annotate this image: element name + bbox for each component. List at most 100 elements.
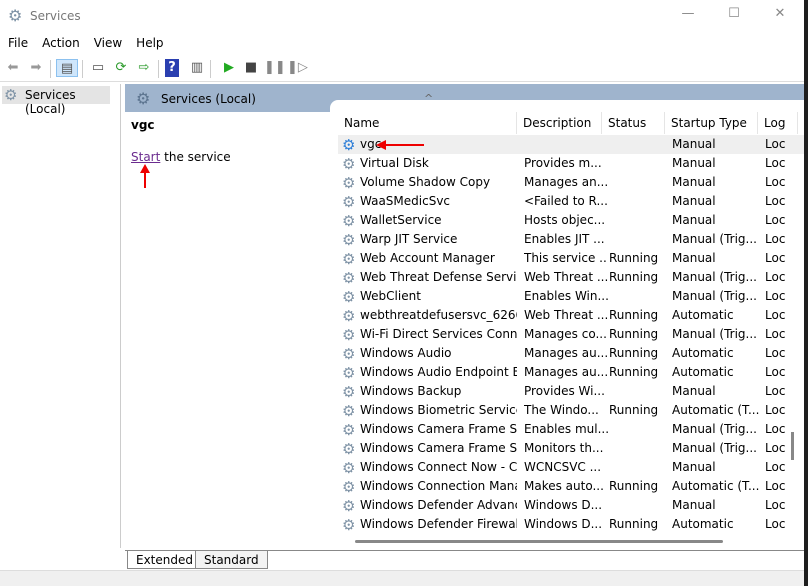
service-startup-type: Manual xyxy=(672,194,716,208)
start-service-link[interactable]: Start xyxy=(131,150,160,164)
column-header-startup-type[interactable]: Startup Type xyxy=(665,112,758,134)
service-gear-icon: ⚙ xyxy=(342,498,356,514)
service-name: Windows Defender Firewall xyxy=(360,517,517,531)
service-row[interactable]: ⚙ Windows Audio Manages au... Running Au… xyxy=(338,344,804,363)
vertical-scrollbar-thumb[interactable] xyxy=(791,432,794,460)
service-name: webthreatdefusersvc_62666 xyxy=(360,308,517,322)
service-row[interactable]: ⚙ Windows Defender Firewall Windows D...… xyxy=(338,515,804,534)
service-gear-icon: ⚙ xyxy=(342,517,356,533)
service-row[interactable]: ⚙ Windows Connect Now - C... WCNCSVC ...… xyxy=(338,458,804,477)
service-row[interactable]: ⚙ webthreatdefusersvc_62666 Web Threat .… xyxy=(338,306,804,325)
service-row[interactable]: ⚙ Windows Defender Advanc... Windows D..… xyxy=(338,496,804,515)
column-header-name[interactable]: Name xyxy=(338,112,517,134)
sort-ascending-icon: ^ xyxy=(424,92,434,105)
service-startup-type: Automatic (T... xyxy=(672,479,760,493)
export-list-icon[interactable]: ⇨ xyxy=(134,59,154,77)
service-log-on-as: Loc xyxy=(765,498,786,512)
menu-bar: File Action View Help xyxy=(0,32,804,54)
menu-help[interactable]: Help xyxy=(128,32,169,50)
service-row[interactable]: ⚙ Windows Camera Frame Se... Enables mul… xyxy=(338,420,804,439)
service-log-on-as: Loc xyxy=(765,479,786,493)
services-gear-icon: ⚙ xyxy=(8,6,23,25)
service-gear-icon: ⚙ xyxy=(342,403,356,419)
service-log-on-as: Loc xyxy=(765,232,786,246)
service-row[interactable]: ⚙ Windows Backup Provides Wi... Manual L… xyxy=(338,382,804,401)
service-log-on-as: Loc xyxy=(765,194,786,208)
service-startup-type: Automatic xyxy=(672,517,734,531)
service-row[interactable]: ⚙ Windows Connection Mana... Makes auto.… xyxy=(338,477,804,496)
menu-view[interactable]: View xyxy=(86,32,128,50)
service-status: Running xyxy=(609,403,659,417)
help-icon[interactable]: ? xyxy=(165,59,179,77)
service-name: Windows Audio xyxy=(360,346,452,360)
forward-icon[interactable]: ➡ xyxy=(26,59,46,77)
service-row[interactable]: ⚙ Web Account Manager This service ... R… xyxy=(338,249,804,268)
service-gear-icon: ⚙ xyxy=(342,137,356,153)
properties-icon[interactable]: ▭ xyxy=(88,59,108,77)
service-log-on-as: Loc xyxy=(765,384,786,398)
tab-standard[interactable]: Standard xyxy=(195,551,268,569)
menu-file[interactable]: File xyxy=(0,32,34,50)
service-startup-type: Automatic xyxy=(672,365,734,379)
tree-item-services-local[interactable]: ⚙ Services (Local) xyxy=(2,86,110,116)
service-log-on-as: Loc xyxy=(765,346,786,360)
annotation-arrowhead xyxy=(140,164,150,173)
service-row[interactable]: ⚙ Virtual Disk Provides m... Manual Loc xyxy=(338,154,804,173)
service-status: Running xyxy=(609,251,659,265)
close-button[interactable]: ✕ xyxy=(770,6,790,26)
menu-action[interactable]: Action xyxy=(34,32,86,50)
pause-service-icon[interactable]: ❚❚ xyxy=(264,59,286,77)
desktop-edge xyxy=(804,0,808,586)
service-gear-icon: ⚙ xyxy=(342,213,356,229)
service-startup-type: Manual xyxy=(672,175,716,189)
window-title: Services xyxy=(30,9,81,23)
back-icon[interactable]: ⬅ xyxy=(3,59,23,77)
stop-service-icon[interactable]: ■ xyxy=(241,59,261,77)
maximize-button[interactable]: ☐ xyxy=(724,6,744,26)
service-startup-type: Manual (Trig... xyxy=(672,270,757,284)
service-row[interactable]: ⚙ Windows Audio Endpoint B... Manages au… xyxy=(338,363,804,382)
service-row[interactable]: ⚙ Warp JIT Service Enables JIT ... Manua… xyxy=(338,230,804,249)
service-startup-type: Manual xyxy=(672,251,716,265)
service-row[interactable]: ⚙ Windows Biometric Service The Windo...… xyxy=(338,401,804,420)
resume-service-icon[interactable]: ❚▷ xyxy=(287,59,308,77)
service-status: Running xyxy=(609,270,659,284)
service-status: Running xyxy=(609,308,659,322)
service-startup-type: Manual (Trig... xyxy=(672,422,757,436)
service-row[interactable]: ⚙ WaaSMedicSvc <Failed to R... Manual Lo… xyxy=(338,192,804,211)
service-row[interactable]: ⚙ Web Threat Defense Service Web Threat … xyxy=(338,268,804,287)
service-log-on-as: Loc xyxy=(765,460,786,474)
start-service-icon[interactable]: ▶ xyxy=(219,59,239,77)
service-row[interactable]: ⚙ WalletService Hosts objec... Manual Lo… xyxy=(338,211,804,230)
tab-extended[interactable]: Extended xyxy=(127,551,202,569)
service-log-on-as: Loc xyxy=(765,156,786,170)
service-name: Windows Backup xyxy=(360,384,462,398)
annotation-arrow-left xyxy=(384,144,424,146)
service-row[interactable]: ⚙ Volume Shadow Copy Manages an... Manua… xyxy=(338,173,804,192)
service-log-on-as: Loc xyxy=(765,213,786,227)
service-row[interactable]: ⚙ Windows Camera Frame Se... Monitors th… xyxy=(338,439,804,458)
service-startup-type: Manual (Trig... xyxy=(672,441,757,455)
service-status: Running xyxy=(609,517,659,531)
service-name: Virtual Disk xyxy=(360,156,429,170)
service-gear-icon: ⚙ xyxy=(342,251,356,267)
service-startup-type: Manual (Trig... xyxy=(672,232,757,246)
refresh-icon[interactable]: ⟳ xyxy=(111,59,131,77)
service-row[interactable]: ⚙ Wi-Fi Direct Services Conne... Manages… xyxy=(338,325,804,344)
minimize-button[interactable]: — xyxy=(678,6,698,26)
show-action-pane-icon[interactable]: ▥ xyxy=(187,59,207,77)
tree-item-label: Services (Local) xyxy=(25,88,76,116)
service-description: Enables Win... xyxy=(524,289,608,303)
service-name: WaaSMedicSvc xyxy=(360,194,451,208)
column-header-status[interactable]: Status xyxy=(602,112,665,134)
column-header-description[interactable]: Description xyxy=(517,112,602,134)
service-gear-icon: ⚙ xyxy=(342,289,356,305)
column-header-log-on-as[interactable]: Log xyxy=(758,112,798,134)
show-hide-console-tree-icon[interactable]: ▤ xyxy=(56,59,78,77)
status-bar xyxy=(0,570,804,586)
service-gear-icon: ⚙ xyxy=(342,479,356,495)
gear-icon: ⚙ xyxy=(4,86,18,104)
service-log-on-as: Loc xyxy=(765,403,786,417)
horizontal-scrollbar-thumb[interactable] xyxy=(355,540,723,543)
service-row[interactable]: ⚙ WebClient Enables Win... Manual (Trig.… xyxy=(338,287,804,306)
